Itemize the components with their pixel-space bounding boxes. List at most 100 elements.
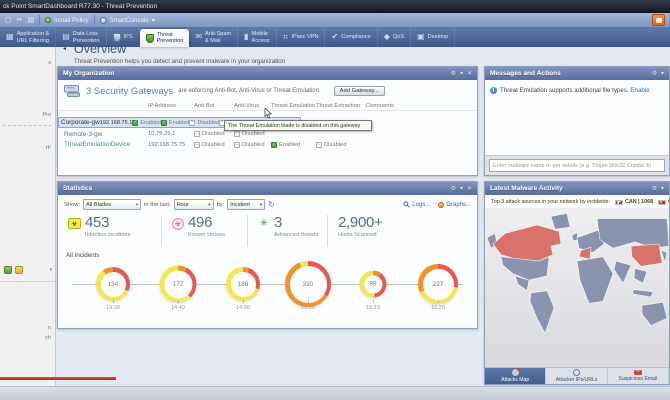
collapse-icon[interactable]: ▾ xyxy=(460,185,463,192)
tab-attacker-ips-urls[interactable]: Attacker IPs/URLs xyxy=(546,368,607,384)
sidebar-item-fragment[interactable]: Pro xyxy=(42,112,51,118)
axis-time-label: 15:20 xyxy=(405,305,471,311)
tab-qos[interactable]: ◆ QoS xyxy=(378,28,411,47)
gateway-count-link[interactable]: 3 Security Gateways xyxy=(86,86,173,97)
close-icon[interactable]: ✕ xyxy=(467,70,472,77)
threat-star-icon: ✳ xyxy=(258,218,270,229)
sidebar-item-fragment[interactable]: s xyxy=(48,60,51,66)
dlp-icon: ▤ xyxy=(62,33,70,42)
tab-suspicious-email[interactable]: Suspicious Email xyxy=(608,368,669,384)
incident-donut[interactable]: 89 15:10 xyxy=(340,260,406,318)
top-attack-sources: Top 3 attack sources in your network by … xyxy=(485,195,669,207)
axis-tick xyxy=(438,300,439,303)
show-label: Show: xyxy=(64,202,80,208)
by-select[interactable]: Incident▾ xyxy=(227,199,265,210)
statistics-filter-row: Show: All Blades▾ in the last: Hour▾ by:… xyxy=(58,195,477,212)
check-icon xyxy=(132,120,138,126)
check-icon xyxy=(161,120,167,126)
globe-icon xyxy=(573,369,580,376)
statistics-header: Statistics ⚙ ▾ ✕ xyxy=(58,182,477,195)
sidebar-item-fragment[interactable]: n xyxy=(48,325,51,331)
messages-actions-panel: Messages and Actions ⚙ ▾ i Threat Emulat… xyxy=(484,66,670,176)
dash-icon xyxy=(194,142,200,148)
enable-link[interactable]: Enable xyxy=(630,87,649,94)
toolbar-divider xyxy=(39,15,40,25)
chevron-down-icon[interactable]: ▾ xyxy=(49,267,52,273)
tab-threat-prevention[interactable]: ThreatPrevention xyxy=(140,29,190,47)
counter-infection-incidents: ☣ 453 Infection incidents xyxy=(66,215,161,247)
china-flag-icon xyxy=(658,200,666,205)
chevron-down-icon: ▾ xyxy=(208,202,210,208)
message-text: Threat Emulation supports additional fil… xyxy=(500,87,629,94)
mail-icon: ✉ xyxy=(195,33,202,42)
suspicious-email-icon xyxy=(634,370,642,375)
gateway-summary: 3 Security Gateways are enforcing Anti-B… xyxy=(58,80,477,100)
gear-icon[interactable]: ⚙ xyxy=(451,70,456,77)
copy-icon[interactable]: ▤ xyxy=(28,16,35,24)
tab-ipsec-vpn[interactable]: ⠶ IPsec VPN xyxy=(277,28,326,47)
smartconsole-button[interactable]: SmartConsole ▾ xyxy=(100,17,155,24)
compliance-check-icon: ✔ xyxy=(331,33,338,42)
tab-anti-spam-mail[interactable]: ✉ Anti-Spam& Mail xyxy=(189,28,238,47)
close-icon[interactable]: ✕ xyxy=(467,185,472,192)
add-gateway-button[interactable]: Add Gateway... xyxy=(334,86,385,96)
sidebar-collapse-icon[interactable]: ◂ xyxy=(63,45,66,52)
logs-link[interactable]: Logs... xyxy=(403,201,430,208)
video-progress-bar[interactable] xyxy=(0,377,116,380)
axis-time-label: 15:00 xyxy=(275,305,341,311)
incidents-timeline: 134 14:30 172 14:40 180 14:50 230 15:00 … xyxy=(58,260,477,318)
axis-time-label: 14:50 xyxy=(210,305,276,311)
counter-hosts-scanned: 2,900+ Hosts Scanned xyxy=(327,215,383,247)
attacks-world-map[interactable] xyxy=(485,208,669,367)
tab-attacks-map[interactable]: Attacks Map xyxy=(485,368,546,384)
mobile-icon: ▮ xyxy=(244,33,248,42)
gear-icon[interactable]: ⚙ xyxy=(652,185,657,192)
gear-icon[interactable]: ⚙ xyxy=(652,70,657,77)
smartconsole-icon xyxy=(100,17,107,24)
smartdashboard-window: ck Point SmartDashboard R77.30 - Threat … xyxy=(0,0,670,400)
axis-tick xyxy=(178,300,179,303)
table-row[interactable]: ThreatEmulationDevice 192.168.75.75 Disa… xyxy=(58,140,477,151)
world-map-svg xyxy=(485,208,669,367)
incident-donut[interactable]: 134 14:30 xyxy=(80,260,146,318)
incident-donut[interactable]: 180 14:50 xyxy=(210,260,276,318)
incident-donut[interactable]: 227 15:20 xyxy=(405,260,471,318)
collapse-icon[interactable]: ▾ xyxy=(661,185,664,192)
ips-shield-icon xyxy=(113,33,121,42)
gear-icon[interactable]: ⚙ xyxy=(451,185,456,192)
collapse-icon[interactable]: ▾ xyxy=(661,70,664,77)
malware-search-input[interactable] xyxy=(489,159,665,172)
latest-malware-panel: Latest Malware Activity ⚙ ▾ Top 3 attack… xyxy=(484,181,670,385)
refresh-icon[interactable]: ↻ xyxy=(268,201,275,209)
period-select[interactable]: Hour▾ xyxy=(174,199,214,210)
user-icon[interactable] xyxy=(4,266,12,274)
search-icon xyxy=(403,201,410,208)
tab-mobile-access[interactable]: ▮ MobileAccess xyxy=(238,28,276,47)
chevron-down-icon: ▾ xyxy=(152,17,155,24)
gateway-icon xyxy=(64,85,81,97)
scissors-icon[interactable]: ✂ xyxy=(17,16,23,24)
incident-donut[interactable]: 172 14:40 xyxy=(145,260,211,318)
lock-icon[interactable] xyxy=(15,266,23,274)
install-policy-button[interactable]: Install Policy xyxy=(45,17,88,24)
all-incidents-label: All Incidents xyxy=(58,249,477,259)
incident-donut[interactable]: 230 15:00 xyxy=(275,260,341,318)
tab-compliance[interactable]: ✔ Compliance xyxy=(325,28,377,47)
dash-icon xyxy=(316,142,322,148)
chevron-down-icon: ▾ xyxy=(260,202,262,208)
tab-application-url-filtering[interactable]: ▦ Application &URL Filtering xyxy=(0,28,56,47)
axis-tick xyxy=(373,300,374,303)
counter-known-viruses: ☣ 496 Known viruses xyxy=(161,215,247,247)
my-organization-panel: My Organization ⚙ ▾ ✕ 3 Security Gateway… xyxy=(57,66,478,176)
collapse-icon[interactable]: ▾ xyxy=(460,70,463,77)
save-icon[interactable]: ▢ xyxy=(5,16,12,24)
sidebar-item-fragment[interactable]: rt² xyxy=(46,145,51,151)
message-item: i Threat Emulation supports additional f… xyxy=(485,80,669,94)
sidebar-item-fragment[interactable]: ch xyxy=(45,335,51,341)
notification-icon[interactable] xyxy=(652,14,665,26)
window-bottom-band xyxy=(0,386,670,400)
tab-desktop[interactable]: ▣ Desktop xyxy=(411,28,455,47)
blades-select[interactable]: All Blades▾ xyxy=(83,199,141,210)
graphs-link[interactable]: Graphs... xyxy=(438,202,471,208)
counter-advanced-threats: ✳ 3 Advanced threats xyxy=(247,215,327,247)
